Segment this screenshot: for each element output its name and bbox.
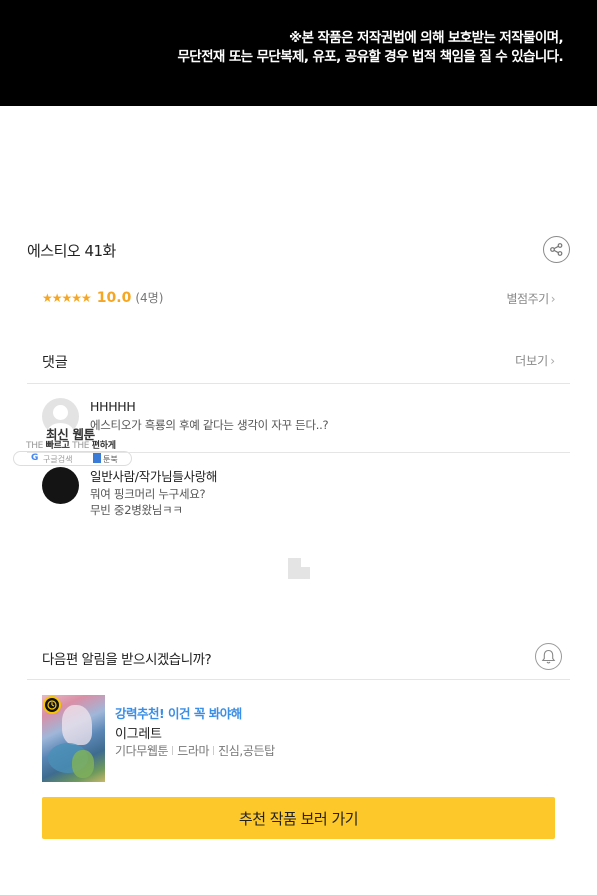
recommendation-tags: 기다무웹툰 드라마 진심,공든탑 [115, 742, 275, 759]
notify-button[interactable] [535, 643, 562, 670]
avatar [42, 467, 79, 504]
more-label: 더보기 [515, 354, 549, 368]
chevron-right-icon: › [550, 354, 555, 368]
episode-title: 에스티오 41화 [27, 242, 116, 260]
notify-prompt: 다음편 알림을 받으시겠습니까? [42, 652, 212, 668]
search-text: 구글검색 [43, 455, 73, 464]
rate-button-label: 별점주기 [506, 292, 550, 306]
comment-author: 일반사람/작가님들사랑해 [90, 469, 218, 484]
rating-score: 10.0 [96, 289, 132, 306]
tag: 드라마 [177, 744, 210, 758]
loading-placeholder-icon [288, 558, 310, 579]
rating-summary: ★★★★★ 10.0 (4명) [42, 289, 163, 306]
google-icon: G [31, 453, 39, 463]
copyright-banner: ※본 작품은 저작권법에 의해 보호받는 저작물이며, 무단전재 또는 무단복제… [0, 0, 597, 106]
comment-text: 에스티오가 흑룡의 후예 같다는 생각이 자꾸 든다..? [90, 418, 329, 432]
recommended-thumbnail[interactable] [42, 695, 105, 782]
bookmark-icon [93, 453, 101, 463]
share-icon [550, 243, 563, 256]
comment-text: 뭐여 핑크머리 누구세요? [90, 487, 206, 501]
copyright-line-1: ※본 작품은 저작권법에 의해 보호받는 저작물이며, [289, 30, 564, 46]
bookmark-text: 툰북 [103, 455, 118, 464]
ad-search-pill[interactable]: G 구글검색 툰북 [13, 451, 132, 466]
divider [27, 679, 570, 680]
comments-more-button[interactable]: 더보기 › [515, 352, 555, 369]
chevron-right-icon: › [550, 292, 556, 306]
copyright-line-2: 무단전재 또는 무단복제, 유포, 공유할 경우 법적 책임을 질 수 있습니다… [177, 49, 563, 65]
recommended-works-button[interactable]: 추천 작품 보러 가기 [42, 797, 555, 839]
ad-tagline: THE 빠르고 THE 편하게 [26, 441, 116, 451]
rating-count: (4명) [135, 291, 164, 305]
cta-label: 추천 작품 보러 가기 [238, 809, 359, 828]
divider [27, 452, 570, 453]
divider [27, 383, 570, 384]
clock-icon [43, 696, 61, 714]
comment-author: HHHHH [90, 399, 136, 414]
rate-button[interactable]: 별점주기 › [506, 290, 556, 307]
recommendation-title[interactable]: 이그레트 [115, 723, 162, 742]
tag: 기다무웹툰 [115, 744, 169, 758]
share-button[interactable] [543, 236, 570, 263]
bell-icon [541, 649, 556, 663]
comments-title: 댓글 [42, 355, 68, 371]
comment-text: 무빈 중2병왔님ㅋㅋ [90, 503, 183, 517]
tag: 진심,공든탑 [218, 744, 275, 758]
rating-stars: ★★★★★ [42, 290, 92, 305]
recommendation-label: 강력추천! 이건 꼭 봐야해 [115, 706, 242, 721]
